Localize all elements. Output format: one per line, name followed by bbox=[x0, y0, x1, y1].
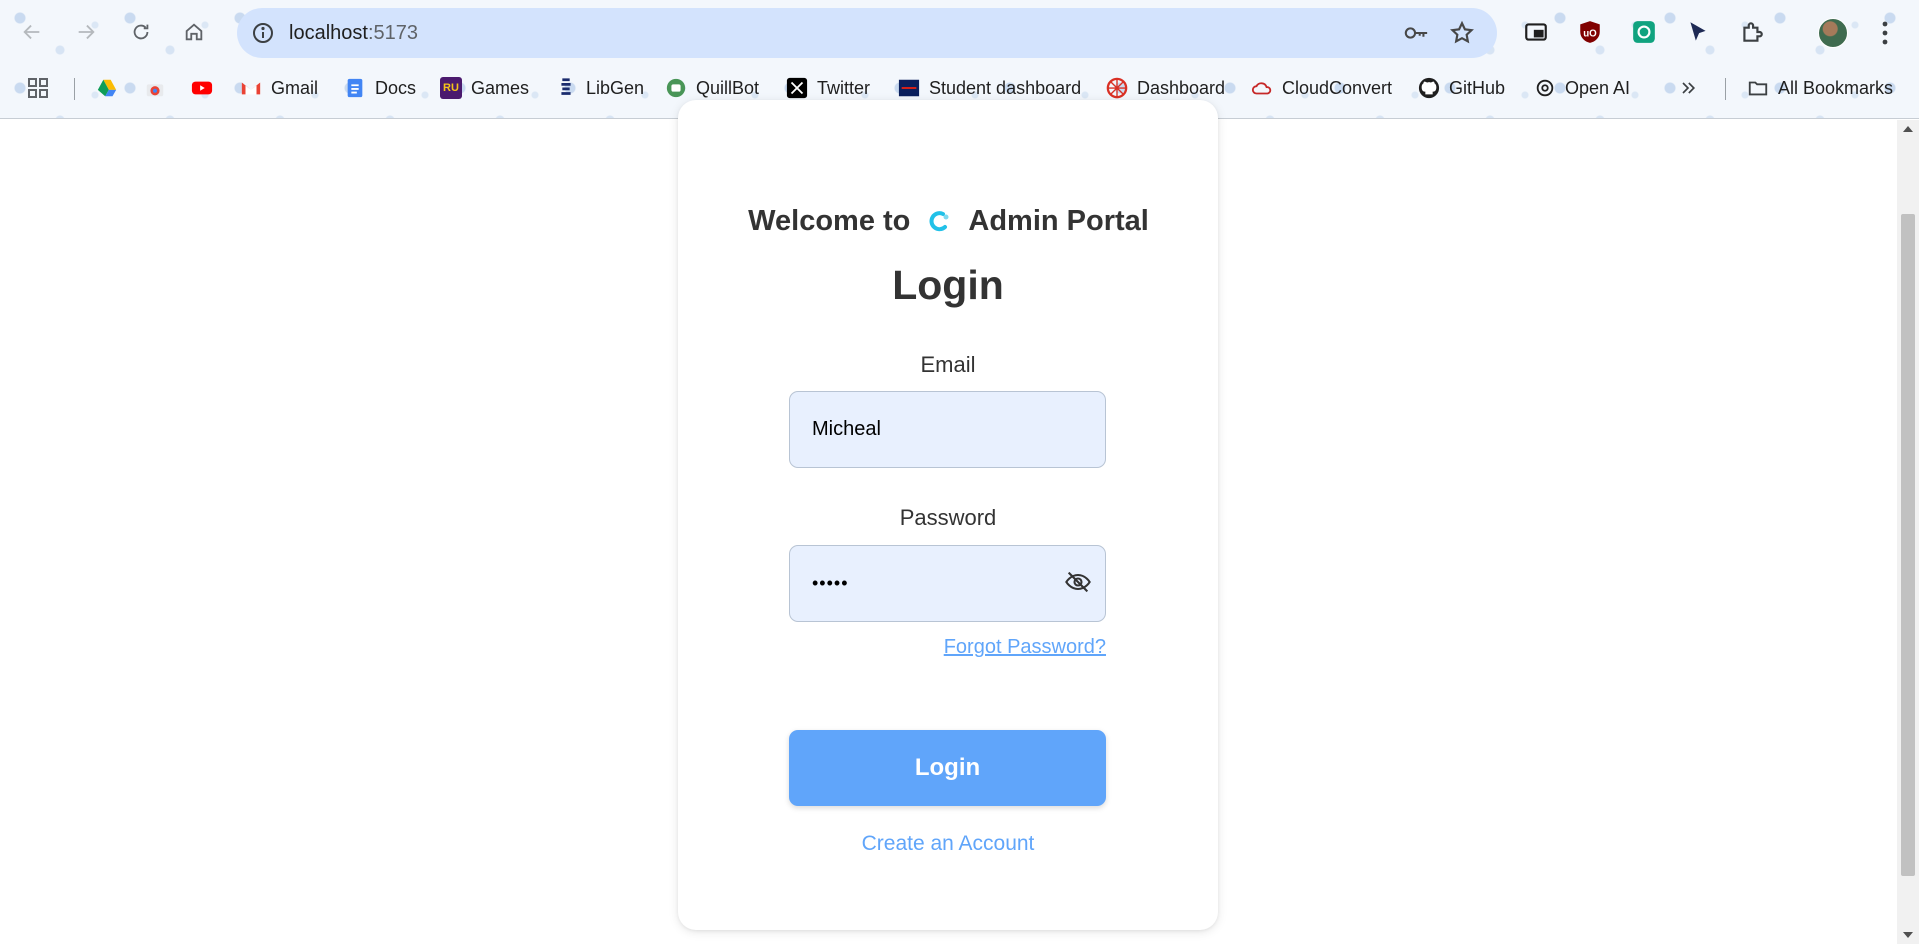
page-title: Login bbox=[892, 262, 1004, 308]
email-field[interactable]: Micheal bbox=[789, 391, 1106, 468]
puzzle-icon bbox=[1743, 22, 1763, 42]
all-bookmarks-label: All Bookmarks bbox=[1778, 77, 1894, 98]
cursor-extension-button[interactable] bbox=[1682, 16, 1714, 48]
gmail-icon bbox=[241, 82, 261, 95]
bookmark-student-dashboard[interactable]: Student dashboard bbox=[898, 74, 1081, 102]
chatgpt-icon bbox=[1633, 21, 1655, 43]
url-port: :5173 bbox=[367, 22, 418, 44]
student-dashboard-icon bbox=[898, 79, 920, 97]
bookmark-docs[interactable]: Docs bbox=[344, 74, 416, 102]
arrow-left-icon bbox=[23, 24, 40, 40]
welcome-suffix: Admin Portal bbox=[968, 205, 1149, 237]
welcome-heading: Welcome to Admin Portal bbox=[0, 205, 1897, 238]
bookmark-label: Student dashboard bbox=[929, 77, 1082, 98]
eye-off-icon[interactable] bbox=[1064, 568, 1092, 596]
arrow-right-icon bbox=[78, 24, 95, 40]
more-bookmarks-button[interactable] bbox=[1678, 74, 1698, 102]
all-bookmarks-button[interactable]: All Bookmarks bbox=[1747, 74, 1893, 102]
cloudconvert-icon bbox=[1251, 82, 1272, 95]
bookmark-label: Open AI bbox=[1565, 77, 1631, 98]
libgen-icon bbox=[561, 78, 571, 95]
games-icon: RU bbox=[440, 77, 462, 99]
svg-text:uO: uO bbox=[1583, 28, 1597, 39]
bookmark-dashboard[interactable]: Dashboard bbox=[1106, 74, 1225, 102]
dashboard-icon bbox=[1106, 77, 1128, 99]
email-label: Email bbox=[920, 352, 976, 377]
scrollbar-thumb[interactable] bbox=[1901, 214, 1915, 876]
scroll-up-arrow-icon[interactable] bbox=[1903, 126, 1913, 132]
x-icon bbox=[786, 77, 808, 99]
key-icon[interactable] bbox=[1403, 21, 1429, 45]
back-button[interactable] bbox=[15, 15, 49, 49]
apps-grid-icon bbox=[28, 78, 48, 98]
youtube-icon bbox=[191, 81, 213, 95]
ublock-extension-button[interactable]: uO bbox=[1574, 16, 1606, 48]
bookmarks-divider bbox=[74, 78, 75, 100]
bookmark-label: QuillBot bbox=[696, 77, 760, 98]
star-icon[interactable] bbox=[1449, 20, 1475, 46]
bookmark-gmail[interactable]: Gmail bbox=[240, 74, 318, 102]
site-info-icon[interactable] bbox=[251, 21, 275, 45]
more-menu-icon[interactable] bbox=[1875, 18, 1895, 48]
bookmark-label: Twitter bbox=[817, 77, 871, 98]
folder-icon bbox=[1748, 81, 1768, 96]
bookmark-cloudconvert[interactable]: CloudConvert bbox=[1251, 74, 1392, 102]
docs-icon bbox=[347, 78, 363, 98]
ublock-icon: uO bbox=[1580, 21, 1600, 43]
bookmark-label: LibGen bbox=[586, 77, 645, 98]
bookmark-github[interactable]: GitHub bbox=[1418, 74, 1505, 102]
quillbot-icon bbox=[666, 78, 686, 98]
bookmark-youtube[interactable] bbox=[191, 74, 222, 102]
bookmark-label: Games bbox=[471, 77, 530, 98]
bookmark-openai[interactable]: Open AI bbox=[1534, 74, 1630, 102]
reload-button[interactable] bbox=[124, 15, 158, 49]
bookmark-google-drive[interactable] bbox=[96, 74, 127, 102]
browser-toolbar: localhost:5173 uO bbox=[0, 8, 1919, 58]
bookmark-quillbot[interactable]: QuillBot bbox=[665, 74, 759, 102]
chatgpt-extension-button[interactable] bbox=[1628, 16, 1660, 48]
profile-avatar[interactable] bbox=[1818, 18, 1848, 48]
password-label: Password bbox=[899, 505, 997, 530]
url-text[interactable]: localhost:5173 bbox=[289, 22, 418, 45]
reload-icon bbox=[133, 24, 149, 40]
url-host: localhost bbox=[289, 22, 368, 44]
bookmark-games[interactable]: RU Games bbox=[440, 74, 529, 102]
openai-icon bbox=[1536, 79, 1554, 97]
scroll-down-arrow-icon[interactable] bbox=[1903, 932, 1913, 938]
address-bar[interactable]: localhost:5173 bbox=[237, 8, 1497, 58]
picture-in-picture-icon bbox=[1525, 23, 1547, 41]
welcome-prefix: Welcome to bbox=[748, 205, 911, 237]
page-scrollbar[interactable] bbox=[1897, 120, 1919, 944]
extensions-button[interactable] bbox=[1736, 16, 1768, 48]
forward-button[interactable] bbox=[69, 15, 103, 49]
chrome-web-store-icon bbox=[146, 84, 164, 97]
bookmark-label: GitHub bbox=[1449, 77, 1506, 98]
picture-in-picture-button[interactable] bbox=[1520, 16, 1552, 48]
home-icon bbox=[185, 23, 203, 41]
bookmark-label: Dashboard bbox=[1137, 77, 1226, 98]
bookmark-twitter[interactable]: Twitter bbox=[786, 74, 870, 102]
apps-button[interactable] bbox=[26, 74, 50, 102]
chevron-double-right-icon bbox=[1682, 82, 1696, 94]
bookmarks-divider bbox=[1725, 78, 1726, 100]
forgot-password-link[interactable]: Forgot Password? bbox=[944, 636, 1106, 659]
create-account-link[interactable]: Create an Account bbox=[678, 832, 1218, 856]
home-button[interactable] bbox=[177, 15, 211, 49]
cursor-arrow-icon bbox=[1690, 22, 1706, 41]
bookmark-label: Gmail bbox=[271, 77, 319, 98]
bookmark-libgen[interactable]: LibGen bbox=[555, 74, 644, 102]
github-icon bbox=[1418, 77, 1440, 99]
password-field[interactable]: ••••• bbox=[789, 545, 1106, 622]
bookmark-label: Docs bbox=[375, 77, 417, 98]
google-drive-icon bbox=[97, 79, 117, 97]
login-button[interactable]: Login bbox=[789, 730, 1106, 806]
bookmark-web-store[interactable] bbox=[144, 74, 175, 102]
bookmark-label: CloudConvert bbox=[1282, 77, 1393, 98]
brand-logo-icon bbox=[929, 210, 949, 231]
